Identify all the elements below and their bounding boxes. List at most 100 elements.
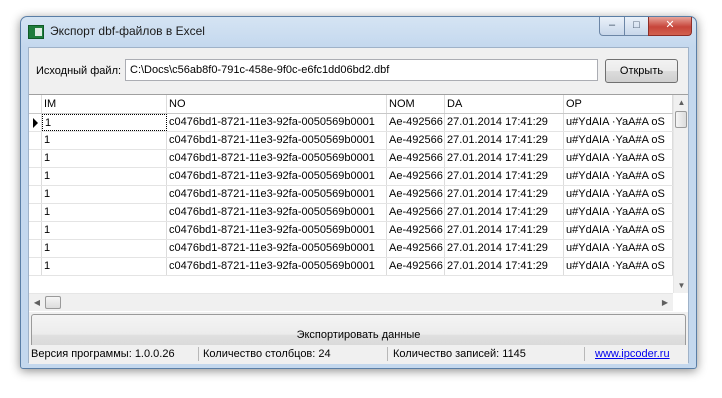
cell-im[interactable]: 1 xyxy=(42,222,167,239)
horizontal-scrollbar[interactable]: ◀ ▶ xyxy=(29,293,673,311)
grid-header: IM NO NOM DA OP xyxy=(29,95,673,114)
cell-da[interactable]: 27.01.2014 17:41:29 xyxy=(445,150,564,167)
scroll-right-icon[interactable]: ▶ xyxy=(657,294,673,311)
column-header-op[interactable]: OP xyxy=(564,95,673,113)
vertical-scroll-thumb[interactable] xyxy=(675,111,687,128)
cell-da[interactable]: 27.01.2014 17:41:29 xyxy=(445,222,564,239)
close-button[interactable]: ✕ xyxy=(648,17,692,36)
table-row[interactable]: 1 c0476bd1-8721-11e3-92fa-0050569b0001 Ае-… xyxy=(29,240,673,258)
cell-nom[interactable]: Ае-492566 xyxy=(387,114,445,131)
cell-im[interactable]: 1 xyxy=(42,240,167,257)
status-separator xyxy=(387,347,388,361)
row-header[interactable] xyxy=(29,240,42,257)
cell-im[interactable]: 1 xyxy=(42,204,167,221)
status-version: Версия программы: 1.0.0.26 xyxy=(31,348,175,360)
column-header-da[interactable]: DA xyxy=(445,95,564,113)
cell-nom[interactable]: Ае-492566 xyxy=(387,222,445,239)
row-header[interactable] xyxy=(29,186,42,203)
client-area: Исходный файл: Открыть IM NO NOM DA OP 1… xyxy=(28,47,689,364)
cell-da[interactable]: 27.01.2014 17:41:29 xyxy=(445,114,564,131)
column-header-no[interactable]: NO xyxy=(167,95,387,113)
row-header[interactable] xyxy=(29,168,42,185)
cell-nom[interactable]: Ае-492566 xyxy=(387,186,445,203)
cell-no[interactable]: c0476bd1-8721-11e3-92fa-0050569b0001 xyxy=(167,186,387,203)
cell-da[interactable]: 27.01.2014 17:41:29 xyxy=(445,132,564,149)
row-header[interactable] xyxy=(29,132,42,149)
cell-nom[interactable]: Ае-492566 xyxy=(387,150,445,167)
cell-op[interactable]: u#YdAIA ·YaA#A oS xyxy=(564,132,673,149)
excel-export-icon xyxy=(28,25,44,39)
status-separator xyxy=(198,347,199,361)
cell-nom[interactable]: Ае-492566 xyxy=(387,258,445,275)
cell-no[interactable]: c0476bd1-8721-11e3-92fa-0050569b0001 xyxy=(167,204,387,221)
cell-no[interactable]: c0476bd1-8721-11e3-92fa-0050569b0001 xyxy=(167,150,387,167)
title-bar[interactable]: Экспорт dbf-файлов в Excel – □ ✕ xyxy=(21,17,696,47)
cell-op[interactable]: u#YdAIA ·YaA#A oS xyxy=(564,186,673,203)
cell-no[interactable]: c0476bd1-8721-11e3-92fa-0050569b0001 xyxy=(167,132,387,149)
maximize-button[interactable]: □ xyxy=(624,17,649,36)
minimize-button[interactable]: – xyxy=(599,17,625,36)
table-row[interactable]: 1 c0476bd1-8721-11e3-92fa-0050569b0001 Ае-… xyxy=(29,186,673,204)
cell-im[interactable]: 1 xyxy=(42,186,167,203)
cell-im[interactable]: 1 xyxy=(42,258,167,275)
cell-op[interactable]: u#YdAIA ·YaA#A oS xyxy=(564,240,673,257)
table-row[interactable]: 1 c0476bd1-8721-11e3-92fa-0050569b0001 Ае-… xyxy=(29,168,673,186)
cell-no[interactable]: c0476bd1-8721-11e3-92fa-0050569b0001 xyxy=(167,222,387,239)
cell-nom[interactable]: Ае-492566 xyxy=(387,132,445,149)
source-file-label: Исходный файл: xyxy=(36,65,122,77)
cell-im[interactable]: 1 xyxy=(42,114,167,131)
status-record-count: Количество записей: 1145 xyxy=(393,348,526,360)
website-link[interactable]: www.ipcoder.ru xyxy=(595,348,670,360)
scroll-up-icon[interactable]: ▲ xyxy=(674,95,689,110)
cell-da[interactable]: 27.01.2014 17:41:29 xyxy=(445,240,564,257)
cell-nom[interactable]: Ае-492566 xyxy=(387,240,445,257)
cell-nom[interactable]: Ае-492566 xyxy=(387,168,445,185)
cell-no[interactable]: c0476bd1-8721-11e3-92fa-0050569b0001 xyxy=(167,240,387,257)
cell-op[interactable]: u#YdAIA ·YaA#A oS xyxy=(564,168,673,185)
column-header-im[interactable]: IM xyxy=(42,95,167,113)
vertical-scrollbar[interactable]: ▲ ▼ xyxy=(673,95,688,293)
source-file-input[interactable] xyxy=(125,59,598,81)
table-row[interactable]: 1 c0476bd1-8721-11e3-92fa-0050569b0001 Ае-… xyxy=(29,204,673,222)
horizontal-scroll-thumb[interactable] xyxy=(45,296,61,309)
cell-op[interactable]: u#YdAIA ·YaA#A oS xyxy=(564,150,673,167)
status-column-count: Количество столбцов: 24 xyxy=(203,348,331,360)
cell-da[interactable]: 27.01.2014 17:41:29 xyxy=(445,168,564,185)
row-header-corner xyxy=(29,95,42,113)
table-row[interactable]: 1 c0476bd1-8721-11e3-92fa-0050569b0001 Ае-… xyxy=(29,114,673,132)
row-header[interactable] xyxy=(29,258,42,275)
cell-no[interactable]: c0476bd1-8721-11e3-92fa-0050569b0001 xyxy=(167,114,387,131)
scroll-down-icon[interactable]: ▼ xyxy=(674,278,689,293)
row-header[interactable] xyxy=(29,150,42,167)
cell-op[interactable]: u#YdAIA ·YaA#A oS xyxy=(564,222,673,239)
column-header-nom[interactable]: NOM xyxy=(387,95,445,113)
data-grid[interactable]: IM NO NOM DA OP 1 c0476bd1-8721-11e3-92fa… xyxy=(29,94,688,312)
table-row[interactable]: 1 c0476bd1-8721-11e3-92fa-0050569b0001 Ае-… xyxy=(29,222,673,240)
window-title: Экспорт dbf-файлов в Excel xyxy=(50,24,205,38)
row-header[interactable] xyxy=(29,204,42,221)
scroll-left-icon[interactable]: ◀ xyxy=(29,294,45,311)
cell-im[interactable]: 1 xyxy=(42,168,167,185)
cell-no[interactable]: c0476bd1-8721-11e3-92fa-0050569b0001 xyxy=(167,258,387,275)
cell-im[interactable]: 1 xyxy=(42,150,167,167)
status-bar: Версия программы: 1.0.0.26 Количество ст… xyxy=(29,345,688,364)
status-separator xyxy=(584,347,585,361)
cell-op[interactable]: u#YdAIA ·YaA#A oS xyxy=(564,204,673,221)
cell-im[interactable]: 1 xyxy=(42,132,167,149)
row-header[interactable] xyxy=(29,114,42,131)
row-pointer-icon xyxy=(33,118,38,128)
grid-rows: 1 c0476bd1-8721-11e3-92fa-0050569b0001 Ае-… xyxy=(29,114,673,294)
table-row[interactable]: 1 c0476bd1-8721-11e3-92fa-0050569b0001 Ае-… xyxy=(29,150,673,168)
open-button[interactable]: Открыть xyxy=(605,59,678,83)
cell-nom[interactable]: Ае-492566 xyxy=(387,204,445,221)
app-window: Экспорт dbf-файлов в Excel – □ ✕ Исходны… xyxy=(20,16,697,369)
cell-da[interactable]: 27.01.2014 17:41:29 xyxy=(445,204,564,221)
table-row[interactable]: 1 c0476bd1-8721-11e3-92fa-0050569b0001 Ае-… xyxy=(29,258,673,276)
cell-da[interactable]: 27.01.2014 17:41:29 xyxy=(445,186,564,203)
table-row[interactable]: 1 c0476bd1-8721-11e3-92fa-0050569b0001 Ае-… xyxy=(29,132,673,150)
cell-da[interactable]: 27.01.2014 17:41:29 xyxy=(445,258,564,275)
cell-op[interactable]: u#YdAIA ·YaA#A oS xyxy=(564,114,673,131)
cell-op[interactable]: u#YdAIA ·YaA#A oS xyxy=(564,258,673,275)
cell-no[interactable]: c0476bd1-8721-11e3-92fa-0050569b0001 xyxy=(167,168,387,185)
row-header[interactable] xyxy=(29,222,42,239)
